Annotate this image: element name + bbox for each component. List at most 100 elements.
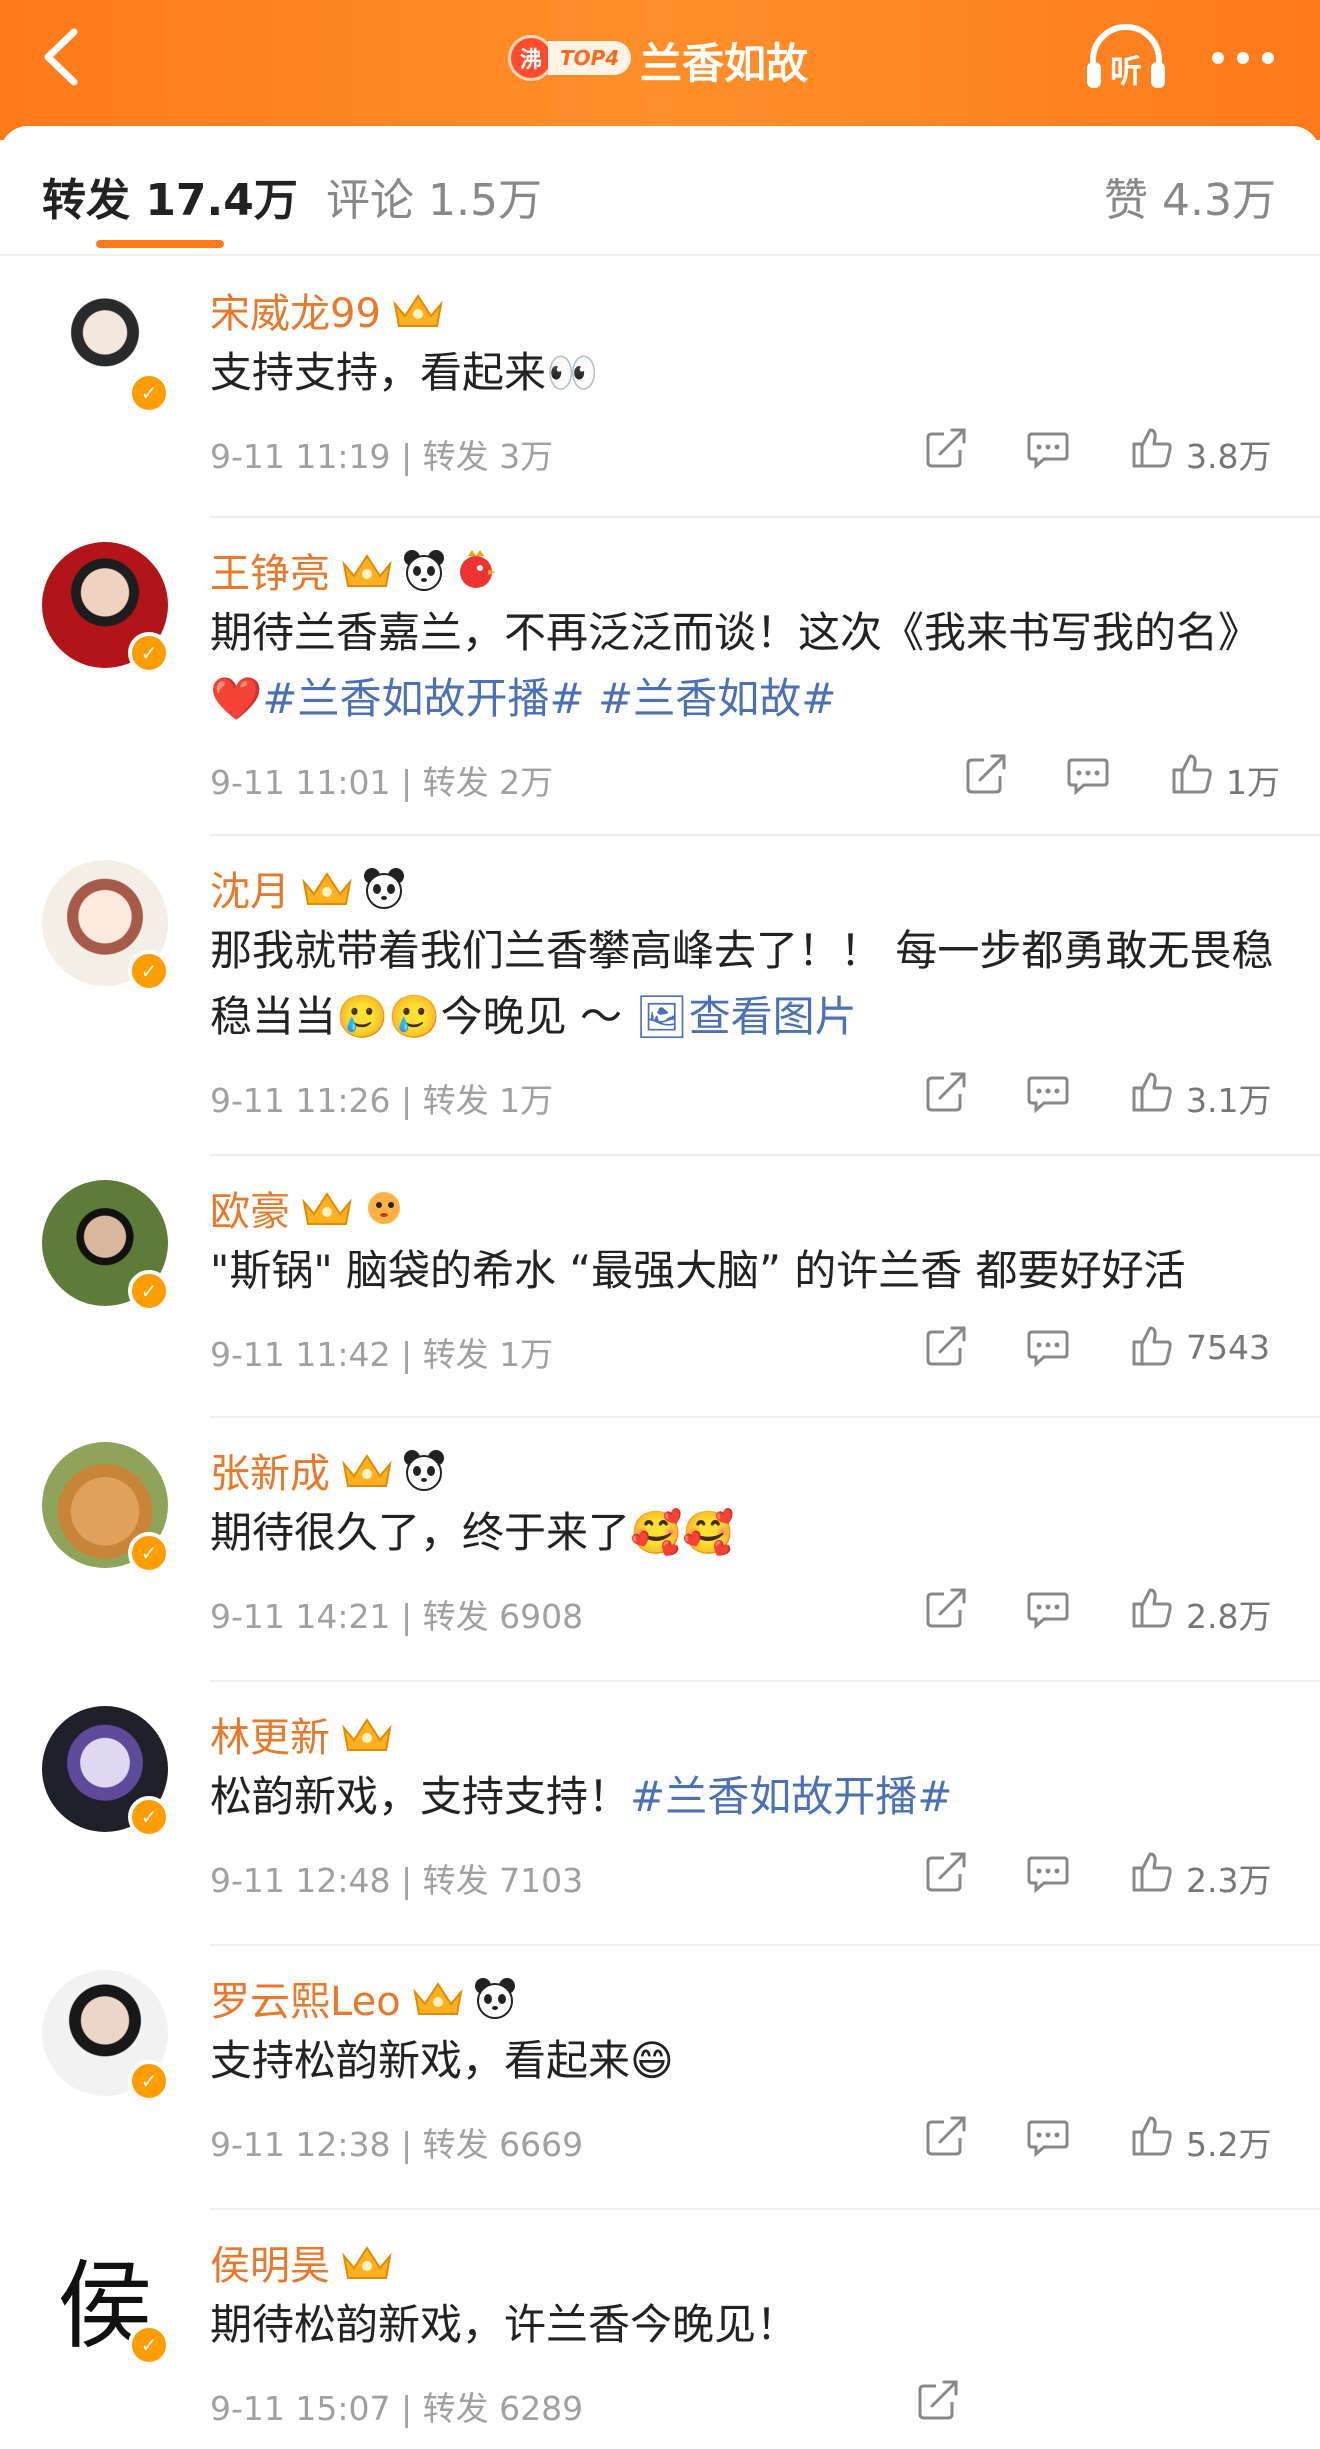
comment-icon[interactable]	[1026, 1586, 1070, 1630]
repost-count: 转发 6908	[422, 1597, 584, 1636]
post-meta: 9-11 11:01 | 转发 2万	[210, 756, 553, 804]
member-crown-icon	[302, 872, 352, 905]
timestamp: 9-11 12:38	[210, 2125, 391, 2164]
post-meta: 9-11 12:48 | 转发 7103	[210, 1854, 583, 1902]
hot-search-badge[interactable]: 沸 TOP4	[508, 35, 632, 81]
repost-count: 转发 6669	[422, 2125, 584, 2164]
member-crown-icon	[342, 1718, 392, 1751]
comment-icon[interactable]	[1026, 2114, 1070, 2158]
repost-text: "斯锅" 脑袋的希水 “最强大脑” 的许兰香 都要好好活	[210, 1238, 1290, 1304]
share-icon[interactable]	[916, 2378, 960, 2422]
verified-badge-icon: ✓	[128, 1270, 170, 1312]
tab-likes[interactable]: 赞 4.3万	[1104, 164, 1276, 228]
user-name[interactable]: 张新成	[210, 1441, 330, 1499]
timestamp: 9-11 12:48	[210, 1861, 391, 1900]
user-name[interactable]: 王铮亮	[210, 541, 330, 599]
share-icon[interactable]	[924, 1586, 968, 1630]
like-count: 2.3万	[1186, 1861, 1272, 1900]
like-icon[interactable]	[1130, 2114, 1174, 2158]
tab-bar: 转发 17.4万 评论 1.5万 赞 4.3万	[0, 126, 1320, 256]
share-icon[interactable]	[924, 1324, 968, 1368]
repost-item[interactable]: ✓ 张新成 期待很久了，终于来了🥰🥰 9-11 14:21 | 转发 6908 2.8万	[0, 1418, 1320, 1682]
repost-count: 转发 7103	[422, 1861, 584, 1900]
user-name[interactable]: 欧豪	[210, 1179, 290, 1237]
listen-headphones-icon[interactable]: 听	[1085, 22, 1167, 94]
member-crown-icon	[342, 1454, 392, 1487]
timestamp: 9-11 11:19	[210, 437, 391, 476]
repost-count: 转发 1万	[422, 1081, 554, 1120]
share-icon[interactable]	[924, 426, 968, 470]
like-count: 3.8万	[1186, 437, 1272, 476]
like-count: 5.2万	[1186, 2125, 1272, 2164]
like-count: 1万	[1226, 763, 1280, 802]
post-meta: 9-11 14:21 | 转发 6908	[210, 1590, 583, 1638]
repost-item[interactable]: ✓ 宋威龙99 支持支持，看起来👀 9-11 11:19 | 转发 3万 3.8万	[0, 258, 1320, 518]
like-icon[interactable]	[1130, 1070, 1174, 1114]
page-title: 兰香如故	[640, 39, 809, 88]
top-bar: 沸 TOP4 兰香如故 听	[0, 0, 1320, 140]
hashtag-link[interactable]: #兰香如故开播#	[630, 1772, 952, 1821]
user-name[interactable]: 沈月	[210, 859, 290, 917]
repost-item[interactable]: ✓ 沈月 那我就带着我们兰香攀高峰去了！！ 每一步都勇敢无畏稳稳当当🥲🥲今晚见 ～ …	[0, 836, 1320, 1156]
like-icon[interactable]	[1130, 1324, 1174, 1368]
hashtag-link[interactable]: #兰香如故#	[598, 674, 836, 723]
text-segment: 支持松韵新戏，看起来😄	[210, 2036, 674, 2085]
meta-divider: |	[390, 2125, 423, 2164]
pufferfish-badge-icon	[368, 1192, 400, 1224]
like-icon[interactable]	[1130, 1586, 1174, 1630]
post-meta: 9-11 15:07 | 转发 6289	[210, 2382, 583, 2430]
comment-icon[interactable]	[1026, 1324, 1070, 1368]
text-segment: 松韵新戏，支持支持！	[210, 1772, 631, 1821]
member-crown-icon	[393, 294, 443, 327]
user-name-row: 宋威龙99	[210, 281, 445, 339]
user-name-row: 林更新	[210, 1705, 394, 1763]
user-name[interactable]: 林更新	[210, 1705, 330, 1763]
member-crown-icon	[342, 2246, 392, 2279]
more-options-icon[interactable]	[1208, 48, 1278, 68]
hashtag-link[interactable]: #兰香如故开播#	[262, 674, 584, 723]
back-arrow-icon[interactable]	[30, 22, 100, 92]
comment-icon[interactable]	[1066, 752, 1110, 796]
panda-badge-icon	[404, 550, 444, 591]
share-icon[interactable]	[924, 1070, 968, 1114]
comment-icon[interactable]	[1026, 1850, 1070, 1894]
repost-item[interactable]: ✓ 王铮亮 期待兰香嘉兰，不再泛泛而谈！这次《我来书写我的名》❤️#兰香如故开播# …	[0, 518, 1320, 836]
repost-text: 那我就带着我们兰香攀高峰去了！！ 每一步都勇敢无畏稳稳当当🥲🥲今晚见 ～ 🖼查看…	[210, 918, 1290, 1050]
like-icon[interactable]	[1170, 752, 1214, 796]
like-count: 2.8万	[1186, 1597, 1272, 1636]
verified-badge-icon: ✓	[128, 2324, 170, 2366]
tab-comments[interactable]: 评论 1.5万	[326, 164, 542, 228]
timestamp: 9-11 11:42	[210, 1335, 391, 1374]
share-icon[interactable]	[964, 752, 1008, 796]
share-icon[interactable]	[924, 2114, 968, 2158]
repost-item[interactable]: ✓ 欧豪 "斯锅" 脑袋的希水 “最强大脑” 的许兰香 都要好好活 9-11 11:4…	[0, 1156, 1320, 1418]
repost-item[interactable]: ✓ 林更新 松韵新戏，支持支持！#兰香如故开播# 9-11 12:48 | 转发 71…	[0, 1682, 1320, 1946]
post-meta: 9-11 12:38 | 转发 6669	[210, 2118, 583, 2166]
hashtag-link[interactable]: 🖼查看图片	[635, 992, 856, 1041]
repost-text: 支持松韵新戏，看起来😄	[210, 2028, 1290, 2094]
repost-count: 转发 2万	[422, 763, 554, 802]
like-icon[interactable]	[1130, 1850, 1174, 1894]
like-icon[interactable]	[1130, 426, 1174, 470]
comment-icon[interactable]	[1026, 1070, 1070, 1114]
rooster-badge-icon	[460, 550, 496, 588]
meta-divider: |	[390, 763, 423, 802]
repost-text: 期待很久了，终于来了🥰🥰	[210, 1500, 1290, 1566]
user-name[interactable]: 罗云熙Leo	[210, 1969, 401, 2027]
tab-reposts[interactable]: 转发 17.4万	[42, 164, 298, 228]
repost-count: 转发 6289	[422, 2389, 584, 2428]
comment-icon[interactable]	[1026, 426, 1070, 470]
user-name[interactable]: 侯明昊	[210, 2233, 330, 2291]
repost-item[interactable]: ✓ 罗云熙Leo 支持松韵新戏，看起来😄 9-11 12:38 | 转发 6669 5.…	[0, 1946, 1320, 2210]
panda-badge-icon	[364, 868, 404, 909]
user-name-row: 侯明昊	[210, 2233, 394, 2291]
svg-text:听: 听	[1110, 52, 1142, 90]
verified-badge-icon: ✓	[128, 372, 170, 414]
repost-item[interactable]: 侯 ✓ 侯明昊 期待松韵新戏，许兰香今晚见！ 9-11 15:07 | 转发 6289	[0, 2210, 1320, 2449]
share-icon[interactable]	[924, 1850, 968, 1894]
meta-divider: |	[390, 1335, 423, 1374]
verified-badge-icon: ✓	[128, 632, 170, 674]
meta-divider: |	[390, 2389, 423, 2428]
user-name[interactable]: 宋威龙99	[210, 281, 381, 339]
meta-divider: |	[390, 1597, 423, 1636]
